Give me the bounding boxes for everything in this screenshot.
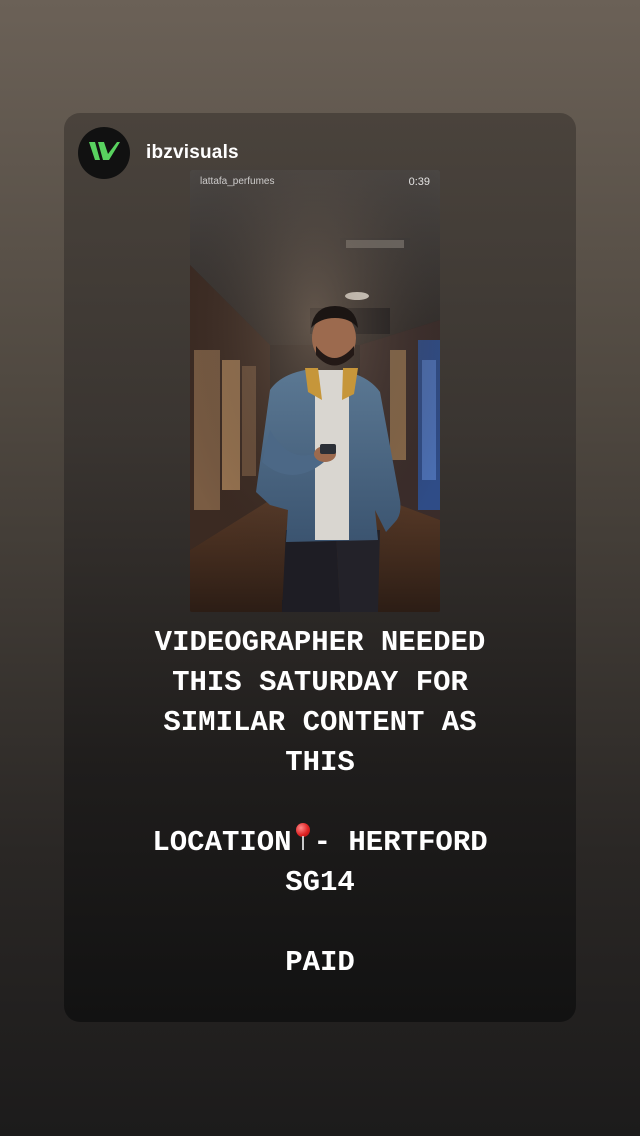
video-duration: 0:39 — [408, 176, 430, 188]
video-frame-image — [190, 170, 440, 612]
caption-line: VIDEOGRAPHER NEEDED — [154, 626, 486, 659]
shared-post-card[interactable]: ibzvisuals lattafa_perfumes 0:39 VIDEOGR… — [64, 113, 576, 1022]
caption-location-prefix: LOCATION — [152, 826, 292, 859]
caption-line: SIMILAR CONTENT AS — [163, 706, 477, 739]
avatar[interactable] — [78, 127, 130, 179]
caption-line: SG14 — [285, 866, 355, 899]
ibzvisuals-logo-icon — [87, 139, 121, 168]
caption-location-suffix: - HERTFORD — [313, 826, 488, 859]
video-thumbnail[interactable]: lattafa_perfumes 0:39 — [190, 170, 440, 612]
video-account-label[interactable]: lattafa_perfumes — [200, 176, 275, 187]
caption-location-line: LOCATION - HERTFORD — [64, 823, 576, 863]
caption-line: THIS SATURDAY FOR — [172, 666, 468, 699]
story-caption: VIDEOGRAPHER NEEDED THIS SATURDAY FOR SI… — [64, 623, 576, 983]
caption-line: PAID — [285, 946, 355, 979]
round-pushpin-icon — [294, 823, 312, 853]
caption-line: THIS — [285, 746, 355, 779]
username[interactable]: ibzvisuals — [146, 142, 239, 164]
